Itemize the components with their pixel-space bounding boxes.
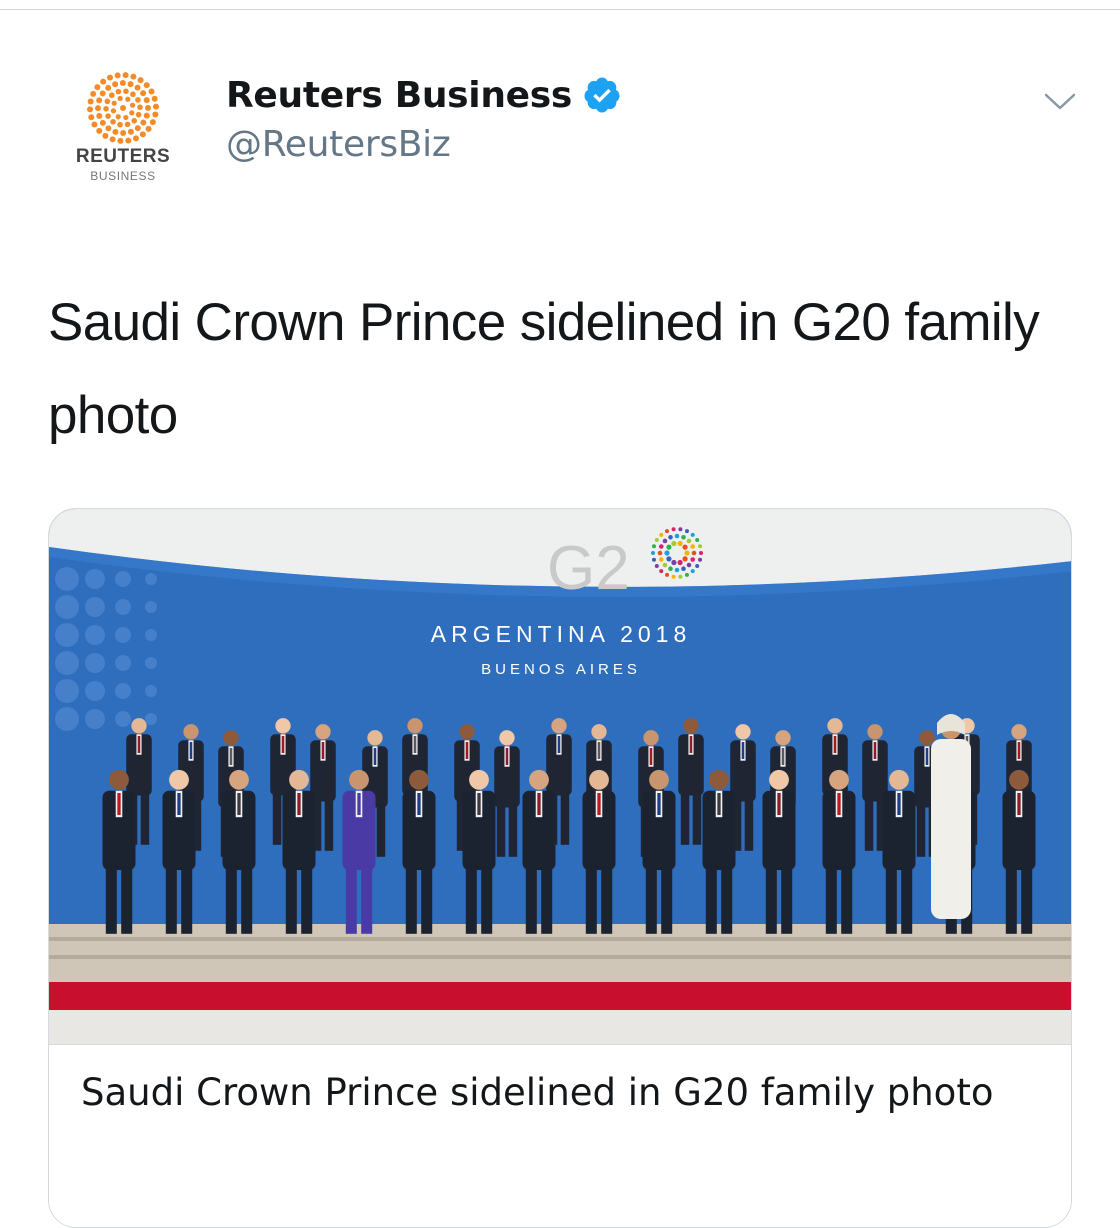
tweet-text: Saudi Crown Prince sidelined in G20 fami… xyxy=(48,293,1040,445)
banner-line1: ARGENTINA 2018 xyxy=(431,621,691,647)
link-card[interactable]: G2 ARGENTINA 2018 BUENOS AIRES Saudi Cro… xyxy=(48,508,1072,1228)
avatar-wordmark: REUTERS xyxy=(75,146,171,167)
g20-family-photo: G2 ARGENTINA 2018 BUENOS AIRES xyxy=(49,509,1071,1045)
card-separator xyxy=(49,1044,1071,1045)
account-name-row: Reuters Business xyxy=(226,72,622,118)
reuters-logo-icon xyxy=(87,72,159,144)
account-handle[interactable]: @ReutersBiz xyxy=(226,124,451,165)
chevron-down-icon[interactable] xyxy=(1038,84,1082,120)
avatar[interactable]: REUTERS BUSINESS xyxy=(58,66,188,186)
banner-line2: BUENOS AIRES xyxy=(481,661,641,678)
top-divider xyxy=(0,9,1120,10)
g20-logo-text: G2 xyxy=(547,534,630,603)
avatar-subtext: BUSINESS xyxy=(90,169,156,183)
verified-badge-icon xyxy=(582,75,622,115)
card-title: Saudi Crown Prince sidelined in G20 fami… xyxy=(81,1071,994,1114)
display-name[interactable]: Reuters Business xyxy=(226,75,572,116)
